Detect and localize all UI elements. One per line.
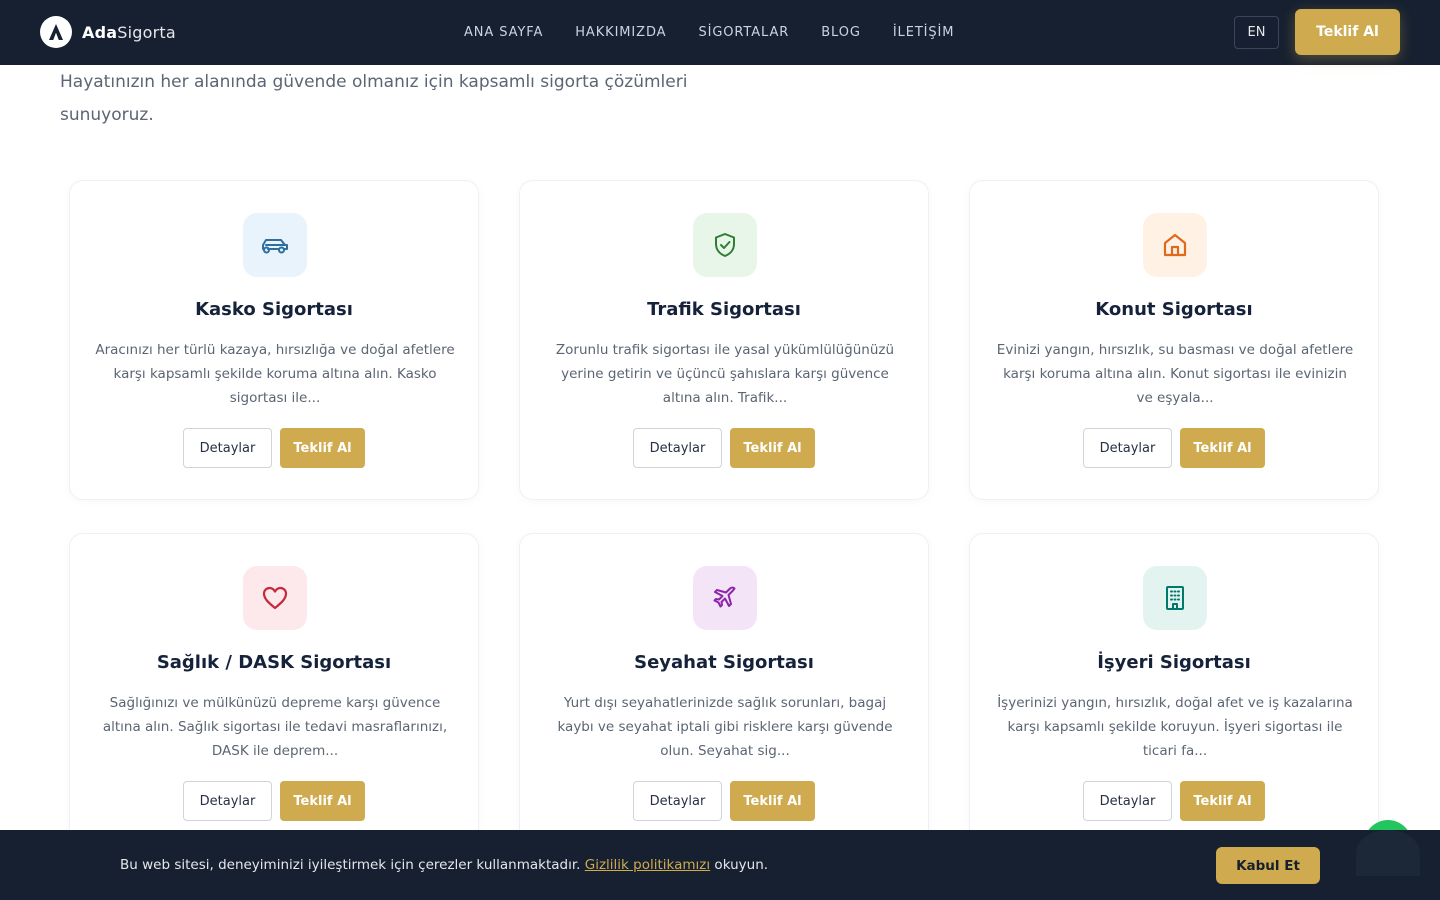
get-quote-button[interactable]: Teklif Al	[280, 781, 365, 821]
card-title: Trafik Sigortası	[647, 299, 801, 320]
navbar: AdaSigorta ANA SAYFA HAKKIMIZDA SİGORTAL…	[0, 0, 1440, 65]
card-title: Kasko Sigortası	[195, 299, 353, 320]
logo-mark-icon	[40, 16, 72, 48]
plane-icon	[693, 566, 757, 630]
insurance-card-saglik-dask: Sağlık / DASK Sigortası Sağlığınızı ve m…	[69, 533, 479, 853]
section-intro: Hayatınızın her alanında güvende olmanız…	[60, 72, 688, 125]
cookie-message: Bu web sitesi, deneyiminizi iyileştirmek…	[120, 857, 769, 873]
chat-widget-shadow	[1356, 830, 1420, 876]
building-icon	[1143, 566, 1207, 630]
insurance-card-trafik: Trafik Sigortası Zorunlu trafik sigortas…	[519, 180, 929, 500]
shield-check-icon	[693, 213, 757, 277]
card-actions: Detaylar Teklif Al	[70, 428, 478, 468]
card-description: Evinizi yangın, hırsızlık, su basması ve…	[996, 342, 1354, 406]
get-quote-button[interactable]: Teklif Al	[280, 428, 365, 468]
cookie-consent-bar: Bu web sitesi, deneyiminizi iyileştirmek…	[0, 830, 1440, 900]
card-title: Seyahat Sigortası	[634, 652, 814, 673]
brand-logo[interactable]: AdaSigorta	[40, 16, 176, 48]
card-actions: Detaylar Teklif Al	[70, 781, 478, 821]
nav-link-contact[interactable]: İLETİŞİM	[893, 25, 955, 40]
insurance-card-isyeri: İşyeri Sigortası İşyerinizi yangın, hırs…	[969, 533, 1379, 853]
card-description: Sağlığınızı ve mülkünüzü depreme karşı g…	[102, 695, 448, 759]
home-icon	[1143, 213, 1207, 277]
card-actions: Detaylar Teklif Al	[520, 781, 928, 821]
card-title: Sağlık / DASK Sigortası	[156, 652, 392, 673]
nav-get-quote-button[interactable]: Teklif Al	[1295, 9, 1400, 55]
card-description: Zorunlu trafik sigortası ile yasal yüküm…	[555, 342, 895, 406]
card-description: Aracınızı her türlü kazaya, hırsızlığa v…	[95, 342, 455, 406]
cookie-accept-button[interactable]: Kabul Et	[1216, 847, 1320, 884]
get-quote-button[interactable]: Teklif Al	[730, 428, 815, 468]
card-actions: Detaylar Teklif Al	[970, 781, 1378, 821]
nav-link-home[interactable]: ANA SAYFA	[464, 25, 543, 40]
card-actions: Detaylar Teklif Al	[970, 428, 1378, 468]
heart-icon	[243, 566, 307, 630]
insurance-card-seyahat: Seyahat Sigortası Yurt dışı seyahatlerin…	[519, 533, 929, 853]
get-quote-button[interactable]: Teklif Al	[1180, 428, 1265, 468]
privacy-policy-link[interactable]: Gizlilik politikamızı	[585, 857, 710, 873]
car-icon	[243, 213, 307, 277]
card-title: Konut Sigortası	[1095, 299, 1253, 320]
card-actions: Detaylar Teklif Al	[520, 428, 928, 468]
main-nav: ANA SAYFA HAKKIMIZDA SİGORTALAR BLOG İLE…	[464, 0, 954, 65]
details-button[interactable]: Detaylar	[1083, 781, 1172, 821]
nav-link-insurances[interactable]: SİGORTALAR	[698, 25, 789, 40]
get-quote-button[interactable]: Teklif Al	[1180, 781, 1265, 821]
details-button[interactable]: Detaylar	[633, 781, 722, 821]
card-description: İşyerinizi yangın, hırsızlık, doğal afet…	[997, 695, 1353, 759]
details-button[interactable]: Detaylar	[183, 428, 272, 468]
details-button[interactable]: Detaylar	[183, 781, 272, 821]
details-button[interactable]: Detaylar	[1083, 428, 1172, 468]
language-switch-button[interactable]: EN	[1234, 16, 1279, 49]
insurance-card-kasko: Kasko Sigortası Aracınızı her türlü kaza…	[69, 180, 479, 500]
nav-link-blog[interactable]: BLOG	[821, 25, 861, 40]
nav-link-about[interactable]: HAKKIMIZDA	[575, 25, 666, 40]
brand-name: AdaSigorta	[82, 22, 176, 42]
details-button[interactable]: Detaylar	[633, 428, 722, 468]
insurance-card-konut: Konut Sigortası Evinizi yangın, hırsızlı…	[969, 180, 1379, 500]
get-quote-button[interactable]: Teklif Al	[730, 781, 815, 821]
card-description: Yurt dışı seyahatlerinizde sağlık sorunl…	[557, 695, 893, 759]
card-title: İşyeri Sigortası	[1097, 652, 1251, 673]
